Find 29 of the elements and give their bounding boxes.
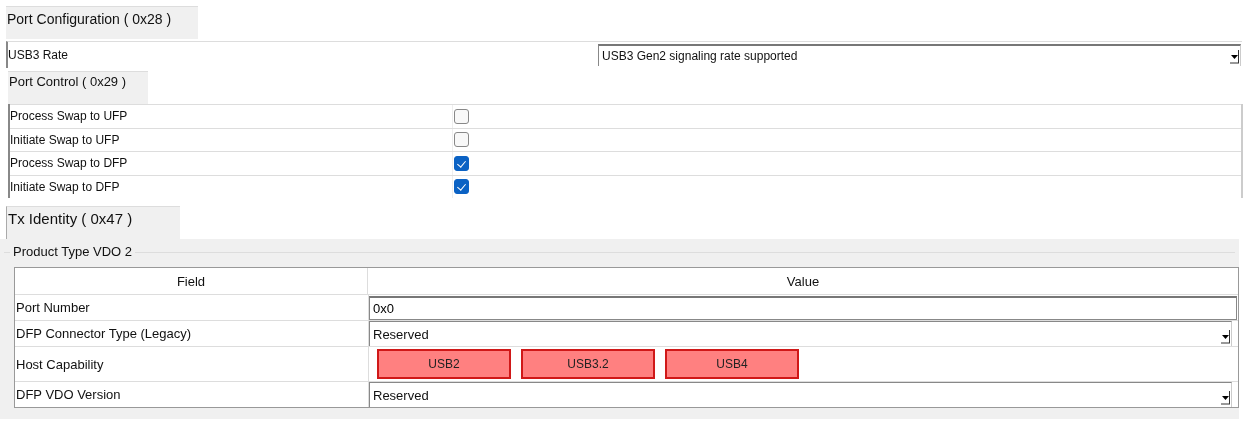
caret-icon <box>1221 391 1230 405</box>
dropdown[interactable]: Reserved <box>369 321 1232 346</box>
section-tab[interactable]: Tx Identity ( 0x47 ) <box>6 206 180 239</box>
field-label: Process Swap to UFP <box>10 109 129 124</box>
table-cell-text: Host Capability <box>15 355 105 374</box>
field-label: USB3 Rate <box>8 48 70 62</box>
field-label: Initiate Swap to DFP <box>10 179 121 194</box>
caret-icon <box>1221 330 1230 344</box>
checkbox[interactable] <box>454 179 469 195</box>
input-field[interactable]: 0x0 <box>369 295 1237 320</box>
checkbox[interactable] <box>454 108 469 124</box>
toggle-button[interactable]: USB2 <box>377 349 511 379</box>
toggle-button[interactable]: USB3.2 <box>521 349 655 379</box>
dropdown[interactable]: USB3 Gen2 signaling rate supported <box>598 44 1241 66</box>
checkbox[interactable] <box>454 132 469 148</box>
table-cell-text: Port Number <box>15 299 91 317</box>
section-tab[interactable]: Port Control ( 0x29 ) <box>8 71 148 104</box>
table-cell-text: DFP VDO Version <box>15 386 122 404</box>
caret-icon <box>1230 50 1239 64</box>
field-label: Initiate Swap to UFP <box>10 132 121 147</box>
field-label: Process Swap to DFP <box>10 156 129 171</box>
checkbox[interactable] <box>454 155 469 171</box>
group-title: Product Type VDO 2 <box>10 244 135 259</box>
dropdown[interactable]: Reserved <box>369 382 1232 407</box>
column-header: Value <box>367 268 1238 294</box>
toggle-button[interactable]: USB4 <box>665 349 799 379</box>
section-tab[interactable]: Port Configuration ( 0x28 ) <box>6 6 198 39</box>
column-header: Field <box>175 272 207 291</box>
table-cell-text: DFP Connector Type (Legacy) <box>15 325 193 343</box>
